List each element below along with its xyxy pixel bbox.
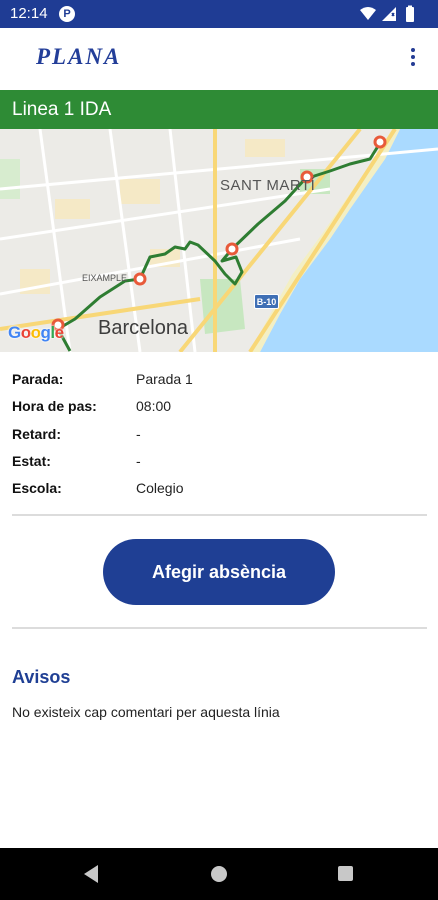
app-bar: PLANA <box>0 28 438 90</box>
divider <box>12 627 427 629</box>
divider <box>12 514 427 516</box>
info-value: Colegio <box>136 480 184 497</box>
map-stop-marker <box>225 242 239 256</box>
map-label-eixample: EIXAMPLE <box>82 273 128 283</box>
info-row-time: Hora de pas: 08:00 <box>12 393 426 420</box>
info-value: - <box>136 452 141 469</box>
info-value: Parada 1 <box>136 371 193 387</box>
home-icon[interactable] <box>211 866 227 882</box>
status-icons <box>358 5 428 23</box>
back-icon[interactable] <box>84 865 98 883</box>
map-label-barcelona: Barcelona <box>98 317 189 339</box>
map-label-sant-marti: SANT MARTÍ <box>220 177 316 194</box>
info-row-school: Escola: Colegio <box>12 475 426 502</box>
info-value: - <box>136 425 141 442</box>
route-map[interactable]: SANT MARTÍ EIXAMPLE Barcelona B-10 Googl… <box>0 129 438 352</box>
stop-info: Parada: Parada 1 Hora de pas: 08:00 Reta… <box>12 366 426 502</box>
info-label: Hora de pas: <box>12 398 97 415</box>
google-logo: Google <box>8 323 64 342</box>
info-label: Parada: <box>12 371 64 387</box>
plana-logo: PLANA <box>36 44 122 69</box>
signal-icon <box>382 7 396 21</box>
status-bar: 12:14 P <box>0 0 438 28</box>
info-row-delay: Retard: - <box>12 421 426 448</box>
app-notification-icon: P <box>59 6 75 22</box>
add-absence-button[interactable]: Afegir absència <box>103 539 335 605</box>
info-row-status: Estat: - <box>12 448 426 475</box>
line-header: Linea 1 IDA <box>0 90 438 129</box>
wifi-icon <box>360 7 376 20</box>
overflow-menu-icon[interactable] <box>402 46 424 72</box>
info-label: Retard: <box>12 425 62 442</box>
road-badge-b10: B-10 <box>254 294 279 309</box>
map-stop-marker <box>373 135 387 149</box>
info-row-stop: Parada: Parada 1 <box>12 366 426 393</box>
info-value: 08:00 <box>136 398 172 415</box>
status-time: 12:14 <box>10 5 48 22</box>
info-label: Escola: <box>12 480 62 497</box>
line-title: Linea 1 IDA <box>12 99 112 120</box>
notices-title: Avisos <box>12 667 71 687</box>
system-nav-bar <box>0 848 438 900</box>
map-stop-marker <box>133 272 147 286</box>
battery-icon <box>406 5 414 22</box>
notices-empty-text: No existeix cap comentari per aquesta lí… <box>12 704 280 720</box>
recents-icon[interactable] <box>338 866 353 881</box>
info-label: Estat: <box>12 452 51 469</box>
